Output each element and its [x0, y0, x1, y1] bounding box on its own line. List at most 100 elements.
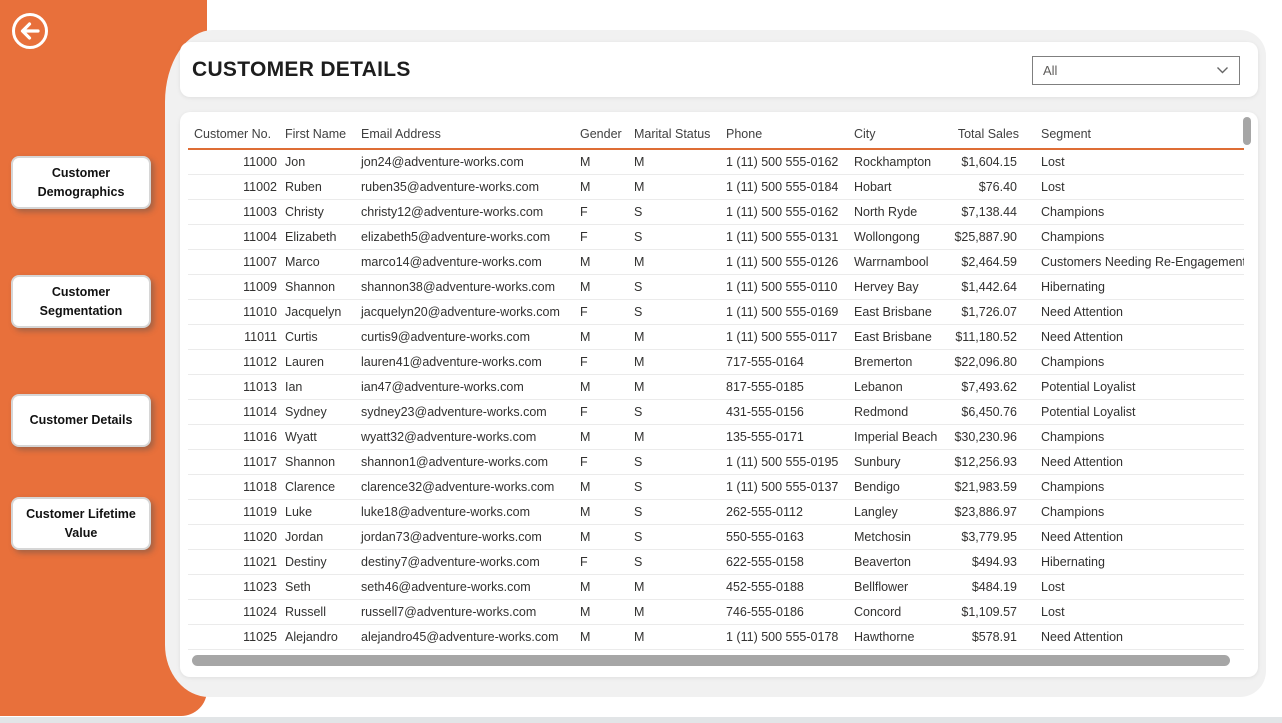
- table-cell-marital_status: S: [632, 524, 724, 549]
- table-cell-total_sales: $22,096.80: [949, 349, 1023, 374]
- table-row[interactable]: 11014Sydneysydney23@adventure-works.comF…: [188, 399, 1244, 424]
- horizontal-scrollbar[interactable]: [192, 655, 1230, 666]
- col-header-customer-no[interactable]: Customer No.: [188, 119, 283, 149]
- customer-table-card: Customer No. First Name Email Address Ge…: [180, 112, 1258, 677]
- col-header-first-name[interactable]: First Name: [283, 119, 359, 149]
- vertical-scrollbar[interactable]: [1243, 117, 1251, 145]
- arrow-left-circle-icon: [10, 39, 50, 54]
- table-cell-email_address: shannon38@adventure-works.com: [359, 274, 578, 299]
- table-row[interactable]: 11019Lukeluke18@adventure-works.comMS262…: [188, 499, 1244, 524]
- table-cell-first_name: Christy: [283, 199, 359, 224]
- back-button[interactable]: [10, 11, 50, 51]
- table-cell-gender: M: [578, 324, 632, 349]
- table-cell-phone: 135-555-0171: [724, 424, 852, 449]
- col-header-total-sales[interactable]: Total Sales: [949, 119, 1023, 149]
- table-row[interactable]: 11017Shannonshannon1@adventure-works.com…: [188, 449, 1244, 474]
- table-cell-marital_status: S: [632, 399, 724, 424]
- table-cell-email_address: curtis9@adventure-works.com: [359, 324, 578, 349]
- table-cell-city: East Brisbane: [852, 299, 949, 324]
- table-row[interactable]: 11003Christychristy12@adventure-works.co…: [188, 199, 1244, 224]
- table-cell-customer_no: 11012: [188, 349, 283, 374]
- table-row[interactable]: 11018Clarenceclarence32@adventure-works.…: [188, 474, 1244, 499]
- table-row[interactable]: 11013Ianian47@adventure-works.comMM817-5…: [188, 374, 1244, 399]
- table-cell-gender: M: [578, 274, 632, 299]
- table-cell-phone: 817-555-0185: [724, 374, 852, 399]
- table-cell-marital_status: M: [632, 174, 724, 199]
- table-cell-city: Concord: [852, 599, 949, 624]
- table-cell-total_sales: $21,983.59: [949, 474, 1023, 499]
- table-cell-city: Wollongong: [852, 224, 949, 249]
- table-cell-phone: 1 (11) 500 555-0110: [724, 274, 852, 299]
- table-cell-first_name: Shannon: [283, 449, 359, 474]
- table-row[interactable]: 11007Marcomarco14@adventure-works.comMM1…: [188, 249, 1244, 274]
- table-cell-total_sales: $1,726.07: [949, 299, 1023, 324]
- table-cell-gender: F: [578, 449, 632, 474]
- table-row[interactable]: 11009Shannonshannon38@adventure-works.co…: [188, 274, 1244, 299]
- table-cell-email_address: ruben35@adventure-works.com: [359, 174, 578, 199]
- col-header-city[interactable]: City: [852, 119, 949, 149]
- table-cell-email_address: lauren41@adventure-works.com: [359, 349, 578, 374]
- table-cell-total_sales: $1,109.57: [949, 599, 1023, 624]
- table-cell-segment: Potential Loyalist: [1023, 374, 1244, 399]
- table-row[interactable]: 11021Destinydestiny7@adventure-works.com…: [188, 549, 1244, 574]
- table-cell-first_name: Jacquelyn: [283, 299, 359, 324]
- table-cell-segment: Potential Loyalist: [1023, 399, 1244, 424]
- table-cell-gender: F: [578, 299, 632, 324]
- table-row[interactable]: 11024Russellrussell7@adventure-works.com…: [188, 599, 1244, 624]
- table-cell-total_sales: $30,230.96: [949, 424, 1023, 449]
- table-cell-phone: 1 (11) 500 555-0162: [724, 199, 852, 224]
- table-cell-total_sales: $6,450.76: [949, 399, 1023, 424]
- table-row[interactable]: 11011Curtiscurtis9@adventure-works.comMM…: [188, 324, 1244, 349]
- sidebar-item-customer-details[interactable]: Customer Details: [11, 394, 151, 447]
- table-cell-phone: 1 (11) 500 555-0131: [724, 224, 852, 249]
- table-cell-phone: 1 (11) 500 555-0117: [724, 324, 852, 349]
- table-row[interactable]: 11012Laurenlauren41@adventure-works.comF…: [188, 349, 1244, 374]
- segment-filter-dropdown[interactable]: All: [1032, 56, 1240, 85]
- dropdown-selected-value: All: [1043, 63, 1057, 78]
- table-cell-segment: Customers Needing Re-Engagement: [1023, 249, 1244, 274]
- table-row[interactable]: 11025Alejandroalejandro45@adventure-work…: [188, 624, 1244, 649]
- table-cell-gender: M: [578, 524, 632, 549]
- table-cell-customer_no: 11014: [188, 399, 283, 424]
- table-cell-first_name: Sydney: [283, 399, 359, 424]
- table-cell-email_address: christy12@adventure-works.com: [359, 199, 578, 224]
- table-cell-segment: Champions: [1023, 424, 1244, 449]
- table-cell-city: Redmond: [852, 399, 949, 424]
- table-cell-marital_status: M: [632, 574, 724, 599]
- table-row[interactable]: 11023Sethseth46@adventure-works.comMM452…: [188, 574, 1244, 599]
- table-cell-marital_status: S: [632, 499, 724, 524]
- table-cell-total_sales: $1,604.15: [949, 149, 1023, 174]
- col-header-segment[interactable]: Segment: [1023, 119, 1244, 149]
- col-header-gender[interactable]: Gender: [578, 119, 632, 149]
- table-cell-marital_status: S: [632, 549, 724, 574]
- col-header-phone[interactable]: Phone: [724, 119, 852, 149]
- table-cell-segment: Lost: [1023, 574, 1244, 599]
- col-header-marital-status[interactable]: Marital Status: [632, 119, 724, 149]
- table-row[interactable]: 11020Jordanjordan73@adventure-works.comM…: [188, 524, 1244, 549]
- sidebar-item-customer-demographics[interactable]: Customer Demographics: [11, 156, 151, 209]
- table-row[interactable]: 11010Jacquelynjacquelyn20@adventure-work…: [188, 299, 1244, 324]
- table-row[interactable]: 11016Wyattwyatt32@adventure-works.comMM1…: [188, 424, 1244, 449]
- sidebar-item-customer-segmentation[interactable]: Customer Segmentation: [11, 275, 151, 328]
- table-cell-email_address: destiny7@adventure-works.com: [359, 549, 578, 574]
- table-cell-total_sales: $578.91: [949, 624, 1023, 649]
- table-row[interactable]: 11002Rubenruben35@adventure-works.comMM1…: [188, 174, 1244, 199]
- table-cell-first_name: Clarence: [283, 474, 359, 499]
- table-cell-total_sales: $2,464.59: [949, 249, 1023, 274]
- table-row[interactable]: 11004Elizabethelizabeth5@adventure-works…: [188, 224, 1244, 249]
- table-cell-customer_no: 11017: [188, 449, 283, 474]
- table-row[interactable]: 11000Jonjon24@adventure-works.comMM1 (11…: [188, 149, 1244, 174]
- table-cell-segment: Champions: [1023, 499, 1244, 524]
- sidebar-item-customer-lifetime-value[interactable]: Customer Lifetime Value: [11, 497, 151, 550]
- table-cell-city: Lebanon: [852, 374, 949, 399]
- table-cell-marital_status: M: [632, 624, 724, 649]
- col-header-email-address[interactable]: Email Address: [359, 119, 578, 149]
- table-cell-city: East Brisbane: [852, 324, 949, 349]
- table-cell-total_sales: $23,886.97: [949, 499, 1023, 524]
- table-cell-gender: M: [578, 474, 632, 499]
- table-cell-segment: Need Attention: [1023, 524, 1244, 549]
- table-cell-first_name: Jon: [283, 149, 359, 174]
- table-cell-first_name: Curtis: [283, 324, 359, 349]
- table-cell-email_address: jacquelyn20@adventure-works.com: [359, 299, 578, 324]
- table-cell-gender: F: [578, 399, 632, 424]
